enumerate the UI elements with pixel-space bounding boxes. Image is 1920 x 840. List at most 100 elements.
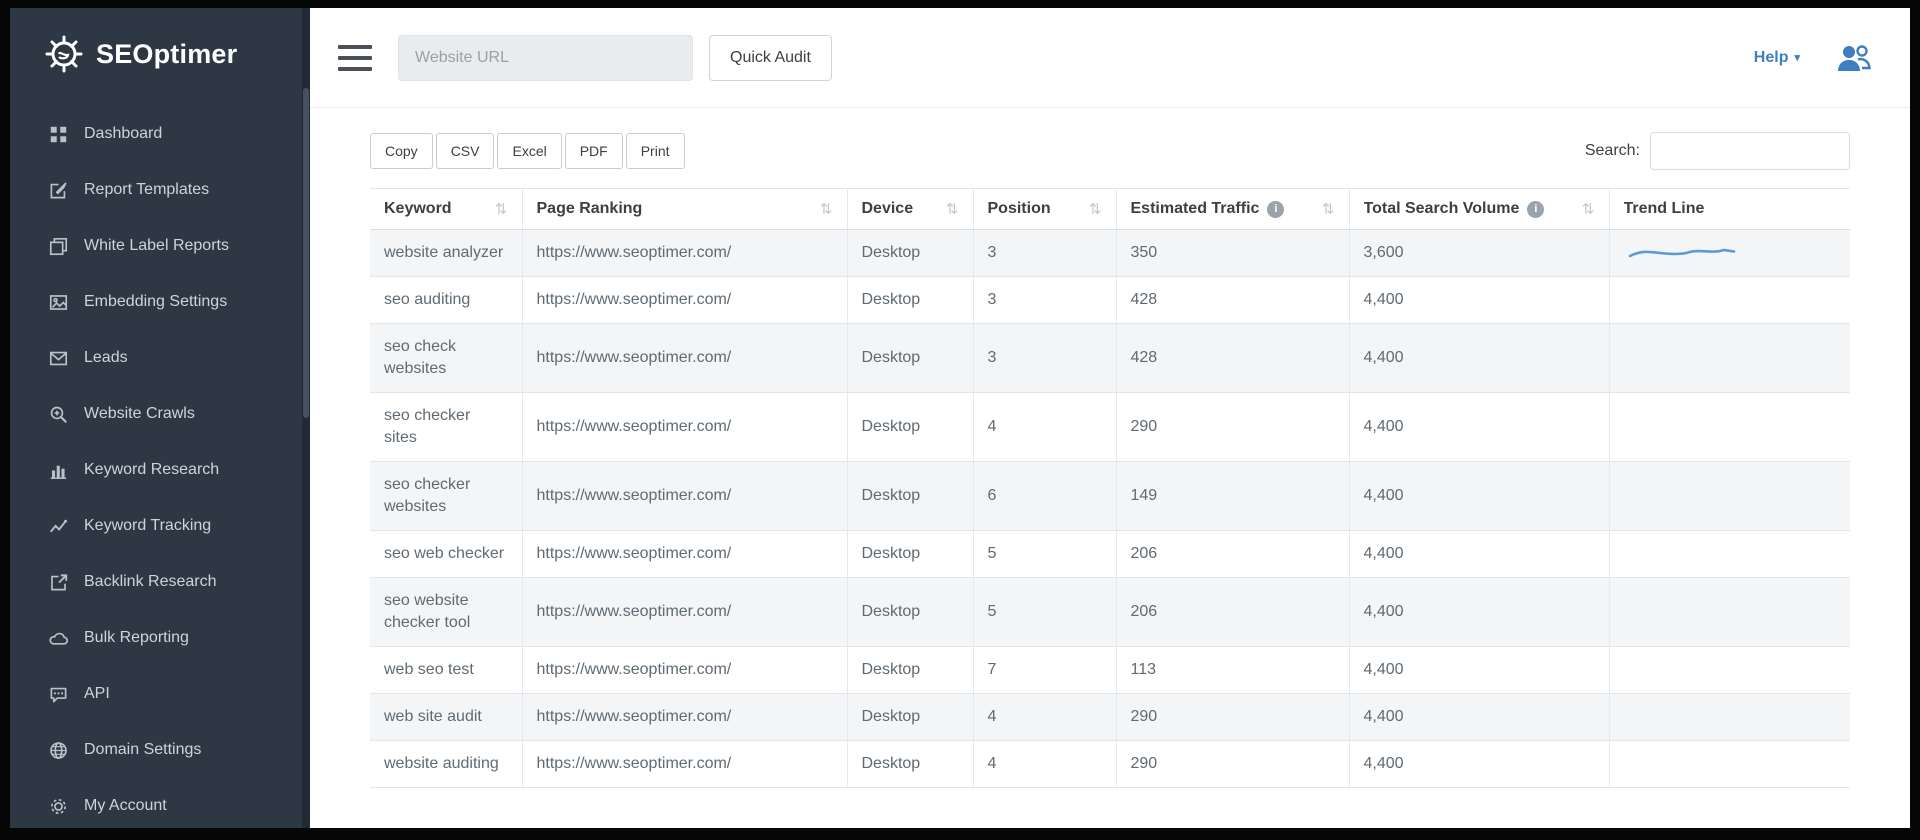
brand-logo[interactable]: SEOptimer (10, 8, 310, 100)
table-row: seo checker siteshttps://www.seoptimer.c… (370, 393, 1850, 462)
cell-keyword: website analyzer (370, 230, 522, 277)
sidebar-item-domain-settings[interactable]: Domain Settings (10, 722, 310, 778)
cell-device: Desktop (847, 393, 973, 462)
sidebar-item-label: Keyword Research (84, 461, 219, 479)
cell-estimated-traffic: 113 (1116, 647, 1349, 694)
column-label: Page Ranking (537, 200, 643, 218)
cell-position: 3 (973, 324, 1116, 393)
cell-trend-line (1609, 393, 1850, 462)
cell-keyword: seo check websites (370, 324, 522, 393)
sidebar-scrollbar[interactable] (302, 8, 310, 828)
cell-total-search-volume: 4,400 (1349, 324, 1609, 393)
sidebar-item-backlink-research[interactable]: Backlink Research (10, 554, 310, 610)
sidebar-item-website-crawls[interactable]: Website Crawls (10, 386, 310, 442)
sort-icon[interactable]: ⇅ (1322, 200, 1335, 218)
cell-total-search-volume: 4,400 (1349, 277, 1609, 324)
website-crawls-icon (48, 404, 68, 424)
table-search-input[interactable] (1650, 132, 1850, 170)
embedding-settings-icon (48, 292, 68, 312)
export-excel-button[interactable]: Excel (497, 133, 561, 169)
info-icon[interactable]: i (1527, 201, 1544, 218)
sort-icon[interactable]: ⇅ (1582, 200, 1595, 218)
sidebar-item-white-label-reports[interactable]: White Label Reports (10, 218, 310, 274)
column-header-total-search-volume[interactable]: Total Search Volumei⇅ (1349, 189, 1609, 230)
cell-page-ranking: https://www.seoptimer.com/ (522, 741, 847, 788)
help-label: Help (1754, 49, 1789, 67)
export-copy-button[interactable]: Copy (370, 133, 433, 169)
sidebar-item-report-templates[interactable]: Report Templates (10, 162, 310, 218)
cell-position: 4 (973, 694, 1116, 741)
sort-icon[interactable]: ⇅ (495, 200, 508, 218)
info-icon[interactable]: i (1267, 201, 1284, 218)
sidebar-item-embedding-settings[interactable]: Embedding Settings (10, 274, 310, 330)
cell-estimated-traffic: 290 (1116, 694, 1349, 741)
cell-position: 4 (973, 741, 1116, 788)
website-url-input[interactable] (398, 35, 693, 81)
table-row: seo auditinghttps://www.seoptimer.com/De… (370, 277, 1850, 324)
column-header-position[interactable]: Position⇅ (973, 189, 1116, 230)
export-pdf-button[interactable]: PDF (565, 133, 623, 169)
table-header-row: Keyword⇅Page Ranking⇅Device⇅Position⇅Est… (370, 189, 1850, 230)
quick-audit-button[interactable]: Quick Audit (709, 35, 832, 81)
cell-device: Desktop (847, 578, 973, 647)
sidebar-item-my-account[interactable]: My Account (10, 778, 310, 828)
sidebar-item-bulk-reporting[interactable]: Bulk Reporting (10, 610, 310, 666)
cell-trend-line (1609, 324, 1850, 393)
cell-page-ranking: https://www.seoptimer.com/ (522, 694, 847, 741)
cell-estimated-traffic: 206 (1116, 578, 1349, 647)
backlink-research-icon (48, 572, 68, 592)
cell-page-ranking: https://www.seoptimer.com/ (522, 647, 847, 694)
sidebar-item-label: API (84, 685, 110, 703)
chevron-down-icon: ▾ (1794, 51, 1800, 64)
keyword-tracking-table: Keyword⇅Page Ranking⇅Device⇅Position⇅Est… (370, 188, 1850, 788)
table-toolbar: CopyCSVExcelPDFPrint Search: (370, 132, 1850, 170)
cell-device: Desktop (847, 230, 973, 277)
user-account-icon[interactable] (1834, 41, 1874, 75)
bulk-reporting-icon (48, 628, 68, 648)
sidebar-item-dashboard[interactable]: Dashboard (10, 106, 310, 162)
sidebar-item-leads[interactable]: Leads (10, 330, 310, 386)
column-header-page-ranking[interactable]: Page Ranking ⇅ (522, 189, 847, 230)
export-csv-button[interactable]: CSV (436, 133, 495, 169)
sidebar-item-label: White Label Reports (84, 237, 229, 255)
table-row: web seo testhttps://www.seoptimer.com/De… (370, 647, 1850, 694)
cell-device: Desktop (847, 462, 973, 531)
cell-position: 3 (973, 230, 1116, 277)
dashboard-icon (48, 124, 68, 144)
cell-total-search-volume: 4,400 (1349, 647, 1609, 694)
help-menu[interactable]: Help ▾ (1754, 49, 1800, 67)
cell-estimated-traffic: 149 (1116, 462, 1349, 531)
sidebar-item-keyword-tracking[interactable]: Keyword Tracking (10, 498, 310, 554)
cell-estimated-traffic: 428 (1116, 277, 1349, 324)
cell-estimated-traffic: 290 (1116, 393, 1349, 462)
cell-keyword: seo auditing (370, 277, 522, 324)
sidebar-scrollbar-thumb[interactable] (303, 88, 309, 418)
sidebar-item-api[interactable]: API (10, 666, 310, 722)
sidebar-item-keyword-research[interactable]: Keyword Research (10, 442, 310, 498)
cell-trend-line (1609, 277, 1850, 324)
search-wrap: Search: (1585, 132, 1850, 170)
cell-device: Desktop (847, 277, 973, 324)
sort-icon[interactable]: ⇅ (820, 200, 833, 218)
cell-position: 5 (973, 531, 1116, 578)
seoptimer-gear-icon (44, 34, 84, 74)
column-header-device[interactable]: Device⇅ (847, 189, 973, 230)
column-header-keyword[interactable]: Keyword⇅ (370, 189, 522, 230)
table-body: website analyzerhttps://www.seoptimer.co… (370, 230, 1850, 788)
column-label: Trend Line (1624, 200, 1705, 218)
table-row: website analyzerhttps://www.seoptimer.co… (370, 230, 1850, 277)
sort-icon[interactable]: ⇅ (1089, 200, 1102, 218)
table-row: seo checker websiteshttps://www.seoptime… (370, 462, 1850, 531)
cell-trend-line (1609, 531, 1850, 578)
cell-page-ranking: https://www.seoptimer.com/ (522, 578, 847, 647)
cell-page-ranking: https://www.seoptimer.com/ (522, 277, 847, 324)
cell-position: 5 (973, 578, 1116, 647)
sidebar-item-label: Keyword Tracking (84, 517, 211, 535)
column-header-estimated-traffic[interactable]: Estimated Traffici⇅ (1116, 189, 1349, 230)
sort-icon[interactable]: ⇅ (946, 200, 959, 218)
hamburger-menu-icon[interactable] (338, 45, 372, 71)
cell-keyword: website auditing (370, 741, 522, 788)
export-print-button[interactable]: Print (626, 133, 685, 169)
cell-keyword: web site audit (370, 694, 522, 741)
keyword-tracking-icon (48, 516, 68, 536)
